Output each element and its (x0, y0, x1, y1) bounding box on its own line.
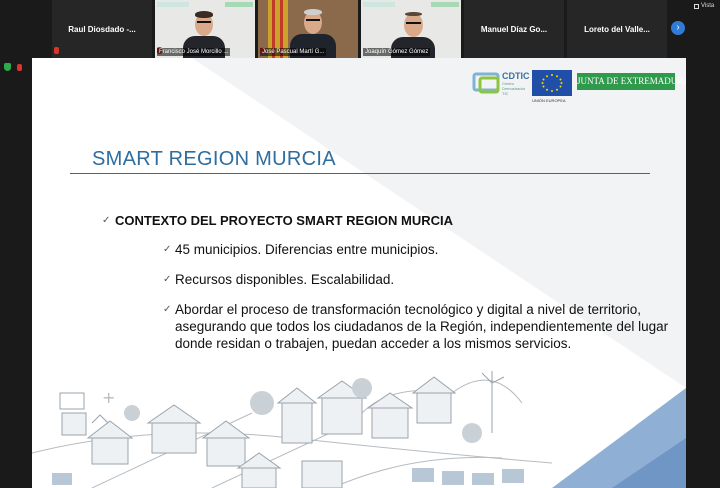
participant-tile[interactable]: Manuel Díaz Go... (464, 0, 564, 58)
slide-banner (225, 2, 253, 7)
shared-slide: CDTIC Centro Demostrador TIC UNIÓN EUROP… (32, 58, 686, 488)
participant-name: Francisco José Morcillo ... (157, 48, 231, 56)
check-bullet-icon: ✓ (163, 274, 172, 285)
slide-banner (157, 2, 189, 7)
view-button[interactable]: Vista (694, 3, 714, 9)
participant-tile[interactable]: Raul Diosdado -... (52, 0, 152, 58)
next-participants-button[interactable]: › (671, 21, 685, 35)
check-bullet-icon: ✓ (163, 304, 172, 315)
participant-name: Raul Diosdado -... (68, 24, 136, 34)
eu-caption: UNIÓN EUROPEA (532, 98, 566, 103)
title-divider (70, 173, 650, 174)
participant-name: Joaquín Gómez Gómez (363, 48, 431, 56)
eu-flag-icon (532, 70, 572, 96)
participant-video-tile[interactable]: Joaquín Gómez Gómez (361, 0, 461, 58)
cdtic-logo-subtitle: Centro Demostrador TIC (502, 81, 526, 96)
participant-video-tile[interactable]: José Pascual Martí G... (258, 0, 358, 58)
town-illustration: + (32, 371, 553, 488)
cdtic-logo-text: CDTIC (502, 71, 530, 81)
video-meeting-window: Raul Diosdado -... Francisco José Morcil… (0, 0, 720, 488)
svg-text:+: + (102, 388, 115, 407)
section-heading: CONTEXTO DEL PROYECTO SMART REGION MURCI… (115, 213, 454, 228)
slide-title: SMART REGION MURCIA (92, 148, 336, 170)
participant-name: Manuel Díaz Go... (480, 24, 548, 34)
chevron-right-icon: › (676, 22, 680, 33)
participant-video-tile[interactable]: Francisco José Morcillo ... (155, 0, 255, 58)
shield-icon[interactable] (4, 63, 11, 71)
participant-name: José Pascual Martí G... (260, 48, 327, 56)
participant-tile[interactable]: Loreto del Valle... (567, 0, 667, 58)
slide-banner (431, 2, 459, 7)
bullet-point: Recursos disponibles. Escalabilidad. (175, 272, 395, 287)
view-label: Vista (701, 3, 715, 9)
check-bullet-icon: ✓ (102, 215, 111, 226)
muted-mic-icon (54, 47, 59, 54)
check-bullet-icon: ✓ (163, 244, 172, 255)
participant-strip: Raul Diosdado -... Francisco José Morcil… (0, 0, 720, 58)
muted-mic-icon[interactable] (17, 64, 22, 71)
grid-view-icon (694, 3, 699, 9)
bullet-point: 45 municipios. Diferencias entre municip… (175, 242, 439, 257)
junta-extremadura-logo: JUNTA DE EXTREMADURA (577, 73, 686, 90)
slide-banner (363, 2, 395, 7)
participant-name: Loreto del Valle... (584, 24, 650, 34)
